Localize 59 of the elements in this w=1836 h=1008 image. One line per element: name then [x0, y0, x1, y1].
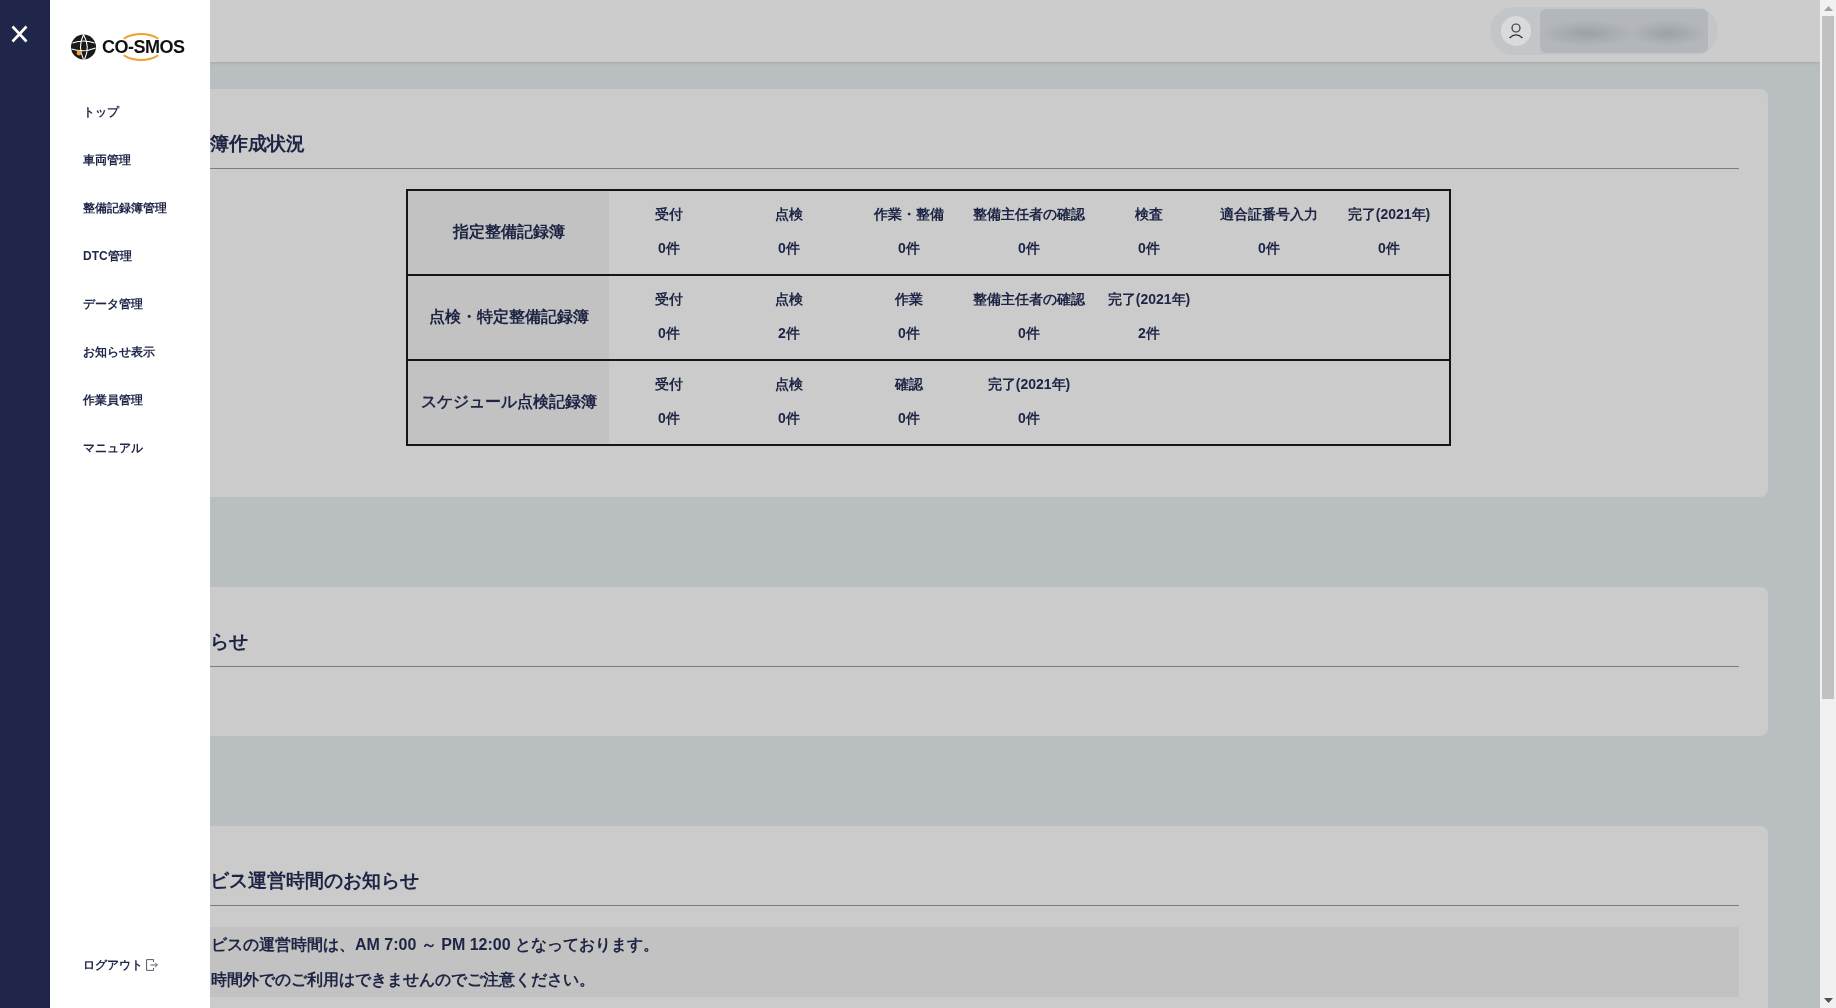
logout-link[interactable]: ログアウト [83, 957, 158, 973]
user-icon [1501, 16, 1531, 46]
stage-count: 0件 [658, 324, 680, 343]
stage-label: 完了(2021年) [1347, 205, 1431, 224]
close-icon [10, 25, 29, 43]
row-header: 点検・特定整備記録簿 [408, 276, 609, 359]
stage-count: 0件 [1258, 239, 1280, 258]
globe-logo-icon [70, 33, 97, 61]
menu-item[interactable]: 車両管理 [83, 152, 131, 168]
user-menu-button[interactable] [1490, 7, 1718, 55]
stage-label: 作業 [895, 290, 923, 309]
stage-label: 受付 [655, 205, 683, 224]
menu-item[interactable]: マニュアル [83, 440, 143, 456]
stage-count: 0件 [658, 409, 680, 428]
scroll-down-icon[interactable] [1823, 998, 1833, 1003]
stage-count: 0件 [898, 409, 920, 428]
scrollbar-thumb[interactable] [1822, 16, 1834, 699]
stage-label: 整備主任者の確認 [973, 290, 1085, 309]
scroll-up-icon[interactable] [1823, 6, 1833, 11]
section-title: らせ [210, 630, 248, 654]
stage-label: 受付 [655, 290, 683, 309]
stage-count: 2件 [778, 324, 800, 343]
stage-count: 0件 [658, 239, 680, 258]
stage-count: 0件 [898, 239, 920, 258]
stage-label: 受付 [655, 375, 683, 394]
stage-label: 整備主任者の確認 [973, 205, 1085, 224]
notice-text: ビスの運営時間は、AM 7:00 ～ PM 12:00 となっております。 [210, 935, 660, 956]
stage-count: 0件 [1018, 239, 1040, 258]
menu-item[interactable]: データ管理 [83, 296, 143, 312]
section-title: ビス運営時間のお知らせ [210, 869, 419, 893]
stage-count: 0件 [1018, 409, 1040, 428]
stage-count: 0件 [898, 324, 920, 343]
logout-icon [146, 959, 158, 971]
menu-item[interactable]: 作業員管理 [83, 392, 143, 408]
stage-label: 完了(2021年) [1107, 290, 1191, 309]
stage-count: 0件 [778, 239, 800, 258]
stage-label: 適合証番号入力 [1220, 205, 1318, 224]
stage-label: 確認 [895, 375, 923, 394]
close-button[interactable] [10, 25, 29, 43]
stage-label: 作業・整備 [874, 205, 944, 224]
row-header: スケジュール点検記録簿 [408, 361, 609, 444]
menu-item[interactable]: DTC管理 [83, 248, 132, 264]
menu-item[interactable]: トップ [83, 104, 119, 120]
stage-label: 点検 [775, 205, 803, 224]
stage-label: 完了(2021年) [987, 375, 1071, 394]
row-header: 指定整備記録簿 [408, 191, 609, 274]
stage-label: 検査 [1135, 205, 1163, 224]
menu-item[interactable]: 整備記録簿管理 [83, 200, 167, 216]
stage-label: 点検 [775, 290, 803, 309]
stage-count: 0件 [1378, 239, 1400, 258]
notice-text: 時間外でのご利用はできませんのでご注意ください。 [210, 970, 595, 990]
section-title: 簿作成状況 [210, 132, 305, 156]
logo-text: CO-SMOS [102, 33, 185, 61]
stage-count: 0件 [1138, 239, 1160, 258]
stage-count: 0件 [1018, 324, 1040, 343]
stage-count: 0件 [778, 409, 800, 428]
stage-label: 点検 [775, 375, 803, 394]
stage-count: 2件 [1138, 324, 1160, 343]
menu-item[interactable]: お知らせ表示 [83, 344, 155, 360]
